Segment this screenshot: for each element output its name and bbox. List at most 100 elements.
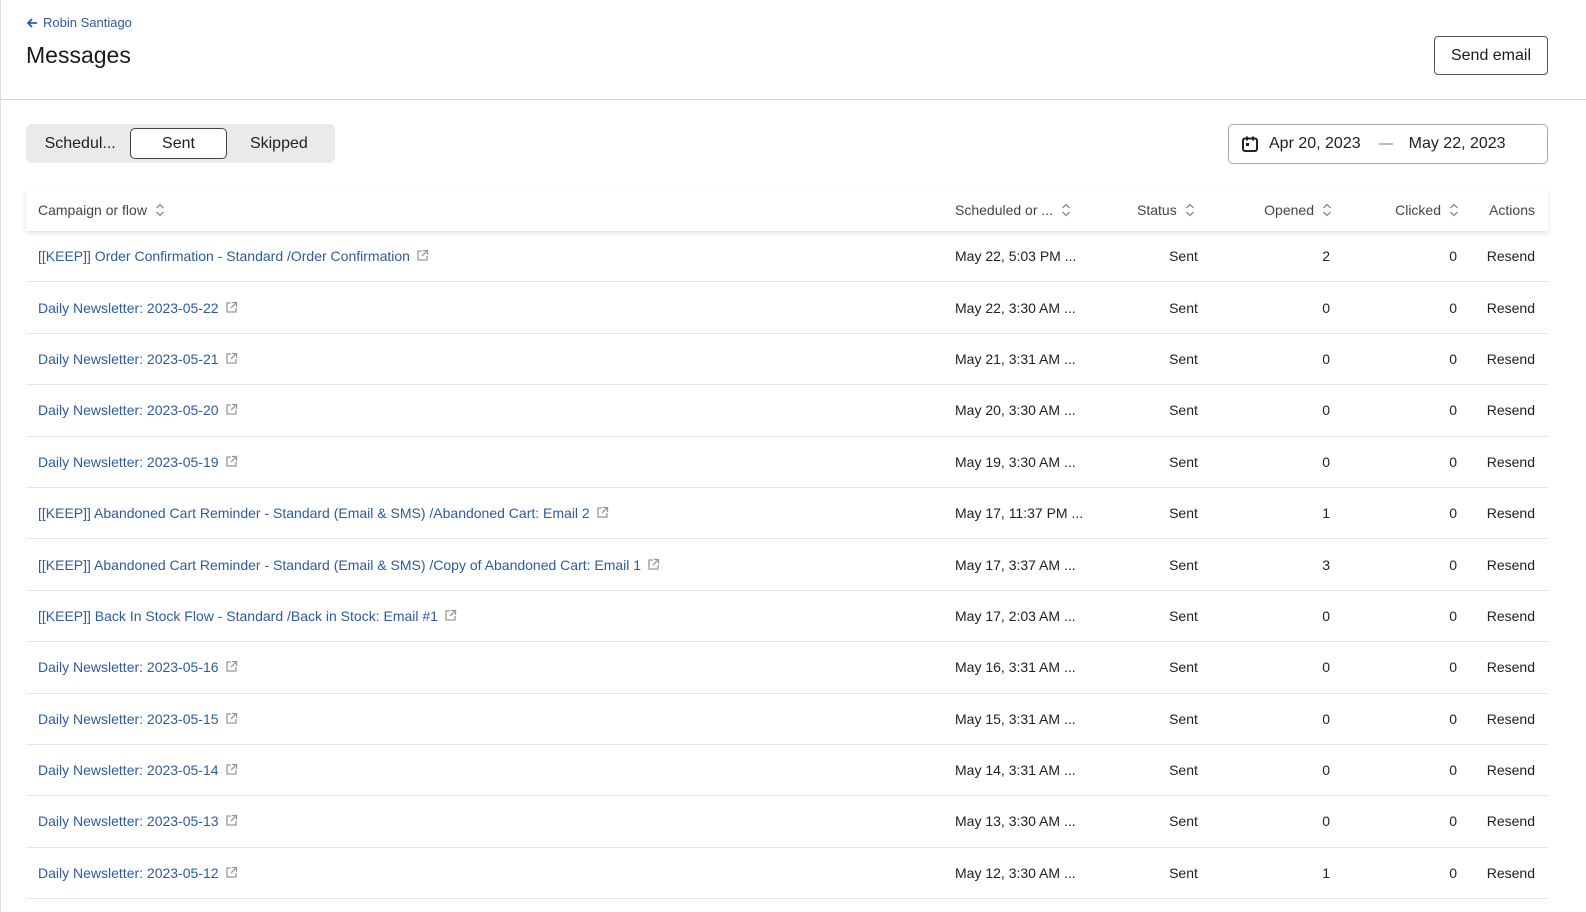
- external-link-icon[interactable]: [225, 712, 238, 725]
- column-label: Actions: [1489, 201, 1535, 218]
- external-link-icon[interactable]: [225, 455, 238, 468]
- clicked-cell: 0: [1449, 556, 1457, 573]
- resend-button[interactable]: Resend: [1487, 659, 1535, 675]
- campaign-link[interactable]: Daily Newsletter: 2023-05-22: [38, 300, 219, 316]
- arrow-left-icon: [26, 17, 37, 28]
- table-row: [[KEEP]] Order Confirmation - Standard /…: [26, 231, 1548, 283]
- clicked-cell: 0: [1449, 505, 1457, 522]
- table-row: Daily Newsletter: 2023-05-16 May 16, 3:31…: [26, 642, 1548, 694]
- scheduled-cell: May 17, 11:37 PM ...: [955, 505, 1084, 522]
- column-header[interactable]: Opened: [1264, 202, 1332, 218]
- table-row: Daily Newsletter: 2023-05-13 May 13, 3:30…: [26, 796, 1548, 848]
- tab-scheduled[interactable]: Schedul...: [30, 128, 130, 159]
- status-cell: Sent: [1169, 505, 1198, 522]
- campaign-link[interactable]: Daily Newsletter: 2023-05-16: [38, 659, 219, 675]
- date-range-picker[interactable]: Apr 20, 2023 May 22, 2023: [1228, 124, 1548, 164]
- resend-button[interactable]: Resend: [1487, 865, 1535, 881]
- clicked-cell: 0: [1449, 402, 1457, 419]
- campaign-link[interactable]: Daily Newsletter: 2023-05-15: [38, 711, 219, 727]
- external-link-icon[interactable]: [416, 249, 429, 262]
- external-link-icon[interactable]: [225, 660, 238, 673]
- campaign-link[interactable]: Daily Newsletter: 2023-05-19: [38, 454, 219, 470]
- resend-button[interactable]: Resend: [1487, 248, 1535, 264]
- campaign-cell: Daily Newsletter: 2023-05-15: [38, 711, 238, 727]
- external-link-icon[interactable]: [444, 609, 457, 622]
- resend-button[interactable]: Resend: [1487, 813, 1535, 829]
- campaign-cell: Daily Newsletter: 2023-05-21: [38, 351, 238, 367]
- external-link-icon[interactable]: [225, 814, 238, 827]
- external-link-icon[interactable]: [225, 866, 238, 879]
- column-header[interactable]: Clicked: [1395, 202, 1459, 218]
- resend-button[interactable]: Resend: [1487, 711, 1535, 727]
- opened-cell: 0: [1322, 607, 1330, 624]
- resend-button[interactable]: Resend: [1487, 608, 1535, 624]
- sort-icon[interactable]: [1185, 203, 1195, 217]
- messages-table: Campaign or flow Scheduled or ... Status Op…: [26, 188, 1548, 900]
- campaign-cell: Daily Newsletter: 2023-05-13: [38, 813, 238, 829]
- resend-button[interactable]: Resend: [1487, 505, 1535, 521]
- resend-button[interactable]: Resend: [1487, 762, 1535, 778]
- resend-button[interactable]: Resend: [1487, 557, 1535, 573]
- opened-cell: 0: [1322, 350, 1330, 367]
- campaign-link[interactable]: Daily Newsletter: 2023-05-13: [38, 813, 219, 829]
- resend-button[interactable]: Resend: [1487, 402, 1535, 418]
- campaign-cell: Daily Newsletter: 2023-05-19: [38, 454, 238, 470]
- campaign-cell: Daily Newsletter: 2023-05-14: [38, 762, 238, 778]
- scheduled-cell: May 19, 3:30 AM ...: [955, 453, 1076, 470]
- table-row: Daily Newsletter: 2023-05-12 May 12, 3:30…: [26, 848, 1548, 900]
- resend-button[interactable]: Resend: [1487, 300, 1535, 316]
- status-cell: Sent: [1169, 813, 1198, 830]
- back-link[interactable]: Robin Santiago: [26, 15, 132, 30]
- range-separator: [1378, 143, 1393, 145]
- external-link-icon[interactable]: [596, 506, 609, 519]
- table-row: Daily Newsletter: 2023-05-22 May 22, 3:30…: [26, 282, 1548, 334]
- scheduled-cell: May 21, 3:31 AM ...: [955, 350, 1076, 367]
- campaign-link[interactable]: [[KEEP]] Abandoned Cart Reminder - Stand…: [38, 557, 641, 573]
- header-divider: [1, 99, 1586, 100]
- column-header[interactable]: Scheduled or ...: [955, 202, 1071, 218]
- campaign-link[interactable]: [[KEEP]] Back In Stock Flow - Standard /…: [38, 608, 438, 624]
- resend-button[interactable]: Resend: [1487, 351, 1535, 367]
- column-header: Actions: [1489, 202, 1535, 218]
- page-title: Messages: [26, 42, 131, 68]
- opened-cell: 0: [1322, 453, 1330, 470]
- column-header[interactable]: Campaign or flow: [38, 202, 165, 218]
- opened-cell: 0: [1322, 762, 1330, 779]
- clicked-cell: 0: [1449, 813, 1457, 830]
- sort-icon[interactable]: [155, 203, 165, 217]
- scheduled-cell: May 17, 2:03 AM ...: [955, 607, 1076, 624]
- table-header: Campaign or flow Scheduled or ... Status Op…: [26, 188, 1548, 231]
- tab-skipped[interactable]: Skipped: [227, 128, 331, 159]
- sort-icon[interactable]: [1322, 203, 1332, 217]
- clicked-cell: 0: [1449, 248, 1457, 265]
- external-link-icon[interactable]: [225, 763, 238, 776]
- scheduled-cell: May 16, 3:31 AM ...: [955, 659, 1076, 676]
- scheduled-cell: May 22, 3:30 AM ...: [955, 299, 1076, 316]
- campaign-link[interactable]: [[KEEP]] Abandoned Cart Reminder - Stand…: [38, 505, 590, 521]
- send-email-button[interactable]: Send email: [1434, 36, 1548, 75]
- table-row: [[KEEP]] Abandoned Cart Reminder - Stand…: [26, 488, 1548, 540]
- opened-cell: 1: [1322, 505, 1330, 522]
- campaign-link[interactable]: Daily Newsletter: 2023-05-12: [38, 865, 219, 881]
- external-link-icon[interactable]: [225, 301, 238, 314]
- campaign-link[interactable]: Daily Newsletter: 2023-05-14: [38, 762, 219, 778]
- column-label: Status: [1137, 201, 1177, 218]
- campaign-link[interactable]: Daily Newsletter: 2023-05-20: [38, 402, 219, 418]
- external-link-icon[interactable]: [225, 403, 238, 416]
- clicked-cell: 0: [1449, 299, 1457, 316]
- campaign-link[interactable]: [[KEEP]] Order Confirmation - Standard /…: [38, 248, 410, 264]
- status-cell: Sent: [1169, 607, 1198, 624]
- end-date[interactable]: May 22, 2023: [1409, 135, 1506, 153]
- campaign-link[interactable]: Daily Newsletter: 2023-05-21: [38, 351, 219, 367]
- start-date[interactable]: Apr 20, 2023: [1269, 135, 1361, 153]
- resend-button[interactable]: Resend: [1487, 454, 1535, 470]
- column-header[interactable]: Status: [1137, 202, 1195, 218]
- external-link-icon[interactable]: [647, 558, 660, 571]
- external-link-icon[interactable]: [225, 352, 238, 365]
- sort-icon[interactable]: [1061, 203, 1071, 217]
- status-cell: Sent: [1169, 762, 1198, 779]
- clicked-cell: 0: [1449, 710, 1457, 727]
- sort-icon[interactable]: [1449, 203, 1459, 217]
- tab-sent[interactable]: Sent: [130, 128, 227, 159]
- table-row: Daily Newsletter: 2023-05-14 May 14, 3:31…: [26, 745, 1548, 797]
